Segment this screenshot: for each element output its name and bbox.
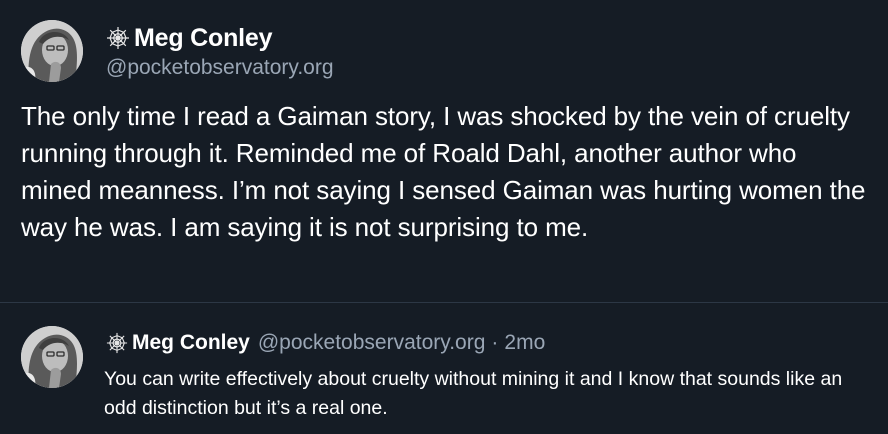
- reply-author-display-name[interactable]: Meg Conley: [132, 331, 250, 355]
- spiderweb-icon: [106, 26, 130, 50]
- author-avatar[interactable]: [21, 20, 83, 82]
- author-display-name[interactable]: Meg Conley: [134, 24, 272, 53]
- reply-text: You can write effectively about cruelty …: [104, 368, 843, 419]
- reply-header: Meg Conley @pocketobservatory.org · 2mo: [106, 328, 545, 358]
- avatar-photo: [21, 326, 83, 388]
- post-text: The only time I read a Gaiman story, I w…: [21, 101, 866, 242]
- divider: [0, 302, 888, 303]
- reply-author-avatar[interactable]: [21, 326, 83, 388]
- reply-timestamp[interactable]: 2mo: [504, 331, 545, 355]
- main-post: Meg Conley @pocketobservatory.org The on…: [0, 0, 888, 302]
- reply-separator: ·: [491, 331, 499, 354]
- author-handle[interactable]: @pocketobservatory.org: [106, 56, 334, 80]
- avatar-photo: [21, 20, 83, 82]
- reply-author-handle[interactable]: @pocketobservatory.org: [258, 331, 486, 355]
- author-name-row[interactable]: Meg Conley: [106, 22, 272, 54]
- spiderweb-icon: [106, 332, 128, 354]
